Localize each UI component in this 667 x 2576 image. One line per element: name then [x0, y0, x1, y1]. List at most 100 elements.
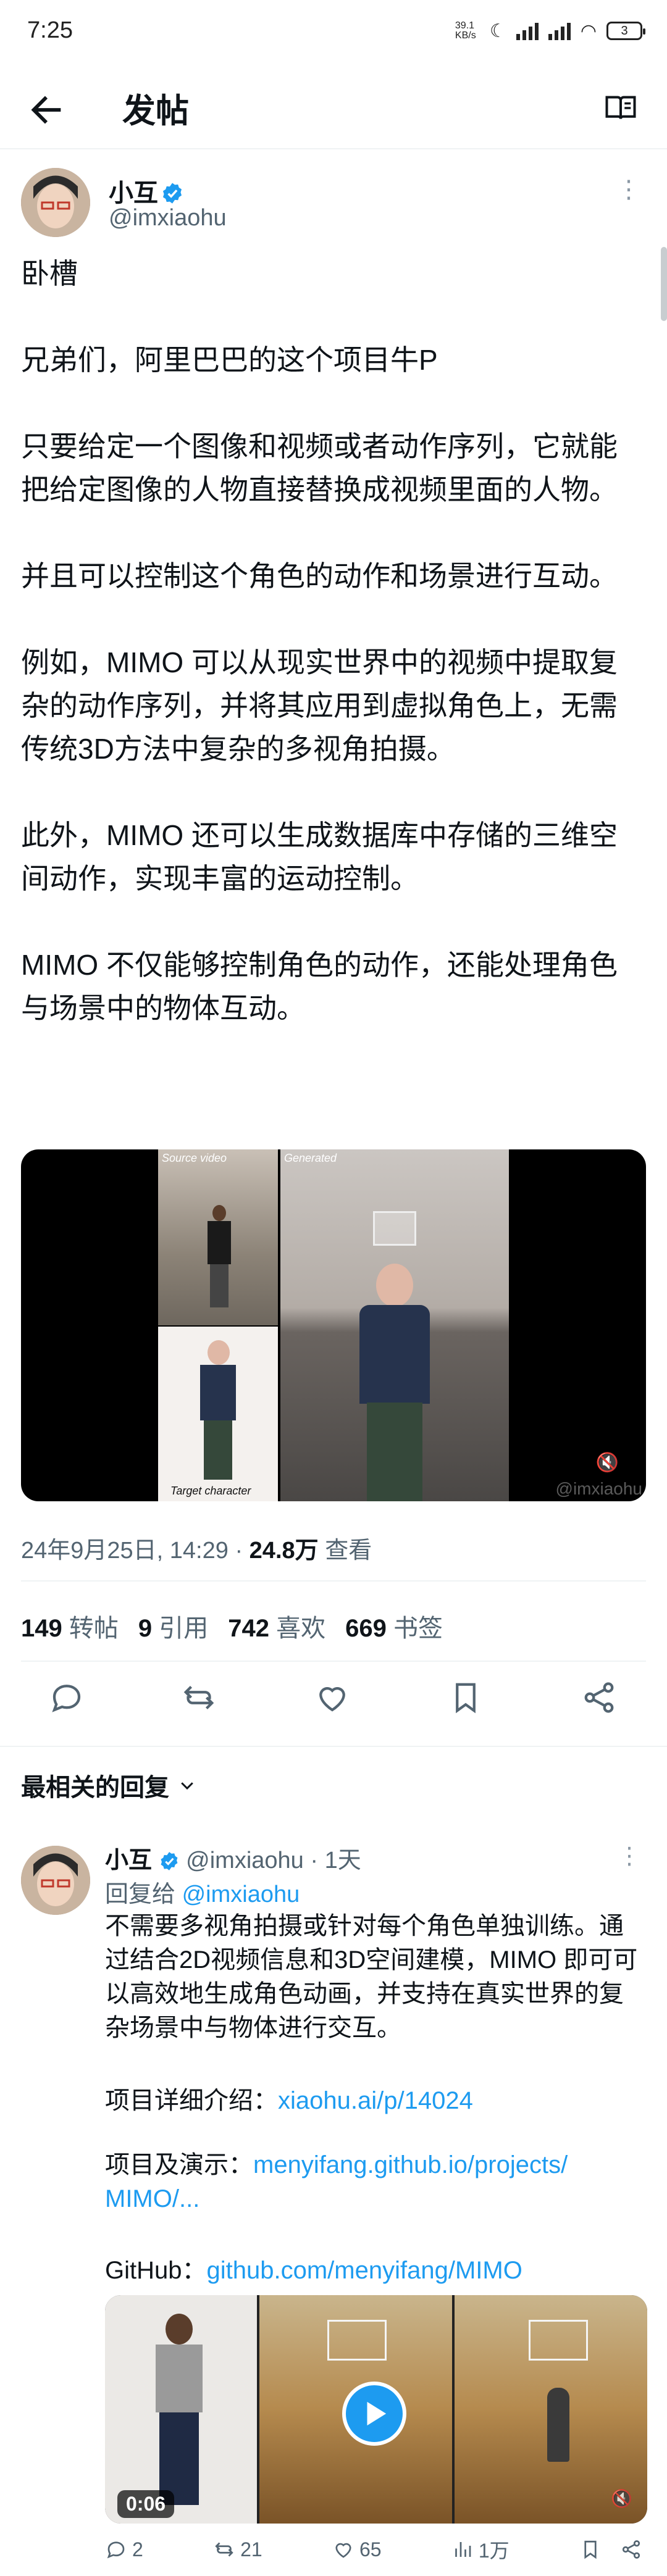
- reply-link-line: 项目详细介绍：xiaohu.ai/p/14024: [105, 2080, 473, 2116]
- stat-count: 9: [138, 1615, 153, 1642]
- more-options-icon[interactable]: ⋮: [616, 177, 641, 202]
- divider: [21, 1580, 646, 1582]
- status-bar: 7:25 39.1 KB/s ☾ ◠ 3: [0, 0, 667, 65]
- moon-icon: ☾: [489, 20, 506, 41]
- reply-count: 2: [132, 2538, 143, 2561]
- stat-count: 742: [228, 1615, 269, 1642]
- gym-frame: 🔇: [455, 2295, 647, 2524]
- repost-count: 21: [240, 2538, 262, 2561]
- avatar-image: [21, 1846, 90, 1915]
- watermark: @imxiaohu: [555, 1479, 642, 1498]
- reply-to-handle[interactable]: @imxiaohu: [182, 1882, 300, 1907]
- mute-icon[interactable]: 🔇: [611, 2488, 632, 2509]
- person-head: [166, 2314, 193, 2345]
- network-speed: 39.1 KB/s: [455, 20, 476, 41]
- reply-video[interactable]: 0:06 🔇: [105, 2295, 647, 2524]
- bookmark-icon[interactable]: [447, 1679, 484, 1716]
- character-body: [200, 1365, 236, 1420]
- stat-label: 书签: [393, 1615, 443, 1642]
- post-author[interactable]: 小互: [109, 173, 184, 209]
- mute-icon[interactable]: 🔇: [596, 1452, 619, 1473]
- likes-stat[interactable]: 742 喜欢: [228, 1608, 325, 1644]
- post-video[interactable]: Source video Target character Generated …: [21, 1149, 646, 1501]
- quotes-stat[interactable]: 9 引用: [138, 1608, 208, 1644]
- target-character-label: Target character: [170, 1485, 251, 1497]
- project-link[interactable]: xiaohu.ai/p/14024: [278, 2087, 473, 2114]
- battery-level: 3: [621, 23, 628, 38]
- reply-link-line: GitHub：github.com/menyifang/MIMO: [105, 2250, 522, 2286]
- verified-badge-icon: [161, 1852, 178, 1870]
- reply-likes[interactable]: 65: [332, 2538, 382, 2561]
- wifi-icon: ◠: [580, 20, 597, 41]
- link-label: 项目详细介绍：: [105, 2087, 278, 2114]
- replies-sort-dropdown[interactable]: 最相关的回复: [21, 1767, 196, 1803]
- divider: [21, 1661, 646, 1662]
- share-icon[interactable]: [581, 1679, 618, 1716]
- reply-icon: [107, 2541, 125, 2559]
- character-head: [376, 1264, 413, 1307]
- basketball-hoop: [529, 2320, 588, 2361]
- avatar-image: [21, 168, 90, 237]
- character-body: [359, 1305, 430, 1404]
- player: [547, 2388, 569, 2462]
- generated-video-label: Generated: [284, 1152, 337, 1164]
- like-icon: [335, 2543, 351, 2558]
- stat-count: 149: [21, 1615, 62, 1642]
- divider: [0, 148, 667, 149]
- scrollbar[interactable]: [661, 247, 667, 321]
- demo-link[interactable]: menyifang.github.io/projects/: [253, 2151, 568, 2178]
- reply-author-name: 小互: [105, 1848, 153, 1874]
- clock: 7:25: [27, 17, 73, 43]
- reply-views[interactable]: 1万: [451, 2535, 510, 2564]
- avatar[interactable]: [21, 168, 90, 237]
- like-icon[interactable]: [314, 1679, 351, 1716]
- top-nav: 发帖: [0, 65, 667, 148]
- character-head: [208, 1340, 230, 1365]
- reply-avatar[interactable]: [21, 1846, 90, 1915]
- author-name: 小互: [109, 180, 158, 207]
- person-head: [212, 1205, 226, 1221]
- reply-text: 不需要多视角拍摄或针对每个角色单独训练。通过结合2D视频信息和3D空间建模，MI…: [105, 1912, 638, 2041]
- back-arrow-icon[interactable]: [25, 88, 68, 131]
- like-count: 65: [359, 2538, 382, 2561]
- character-legs: [204, 1420, 232, 1480]
- stat-count: 669: [345, 1615, 387, 1642]
- generated-video-frame: Generated: [280, 1149, 509, 1501]
- views-count: 24.8万: [249, 1538, 319, 1564]
- post-timestamp-views: 24年9月25日, 14:29 · 24.8万 查看: [21, 1538, 372, 1564]
- repost-icon: [215, 2542, 233, 2557]
- retweets-stat[interactable]: 149 转帖: [21, 1608, 119, 1644]
- source-video-thumb: Source video: [158, 1149, 278, 1325]
- share-icon[interactable]: [620, 2538, 642, 2561]
- github-link[interactable]: github.com/menyifang/MIMO: [207, 2257, 522, 2284]
- reply-replies[interactable]: 2: [105, 2538, 143, 2561]
- character-legs: [367, 1403, 422, 1501]
- views-icon: [455, 2542, 471, 2557]
- bookmark-icon[interactable]: [579, 2538, 602, 2561]
- play-button[interactable]: [342, 2382, 406, 2446]
- bookmarks-stat[interactable]: 669 书签: [345, 1608, 443, 1644]
- reply-reposts[interactable]: 21: [213, 2538, 262, 2561]
- reply-header[interactable]: 小互 @imxiaohu · 1天: [105, 1841, 361, 1875]
- repost-icon[interactable]: [180, 1679, 217, 1716]
- reply-bookmark-share: [579, 2538, 642, 2561]
- post-timestamp[interactable]: 24年9月25日, 14:29: [21, 1538, 229, 1564]
- status-icons: 39.1 KB/s ☾ ◠ 3: [455, 19, 645, 43]
- post-text: 卧槽 兄弟们，阿里巴巴的这个项目牛P 只要给定一个图像和视频或者动作序列，它就能…: [21, 257, 618, 1024]
- battery-icon: 3: [606, 22, 645, 40]
- source-video-label: Source video: [162, 1152, 227, 1164]
- demo-link-continued[interactable]: MIMO/...: [105, 2185, 199, 2212]
- signal-icon: [516, 22, 539, 40]
- person-photo: 0:06: [105, 2295, 257, 2524]
- reply-author-handle: @imxiaohu: [186, 1848, 304, 1874]
- link-label: GitHub：: [105, 2257, 207, 2284]
- page-title: 发帖: [122, 93, 189, 130]
- author-handle[interactable]: @imxiaohu: [109, 205, 227, 231]
- person-legs: [210, 1264, 229, 1307]
- person-shirt: [156, 2345, 203, 2412]
- reply-icon[interactable]: [48, 1679, 85, 1716]
- more-options-icon[interactable]: ⋮: [618, 1844, 641, 1868]
- reader-mode-icon[interactable]: [599, 90, 642, 127]
- link-label: 项目及演示：: [105, 2151, 253, 2178]
- stat-label: 喜欢: [276, 1615, 326, 1642]
